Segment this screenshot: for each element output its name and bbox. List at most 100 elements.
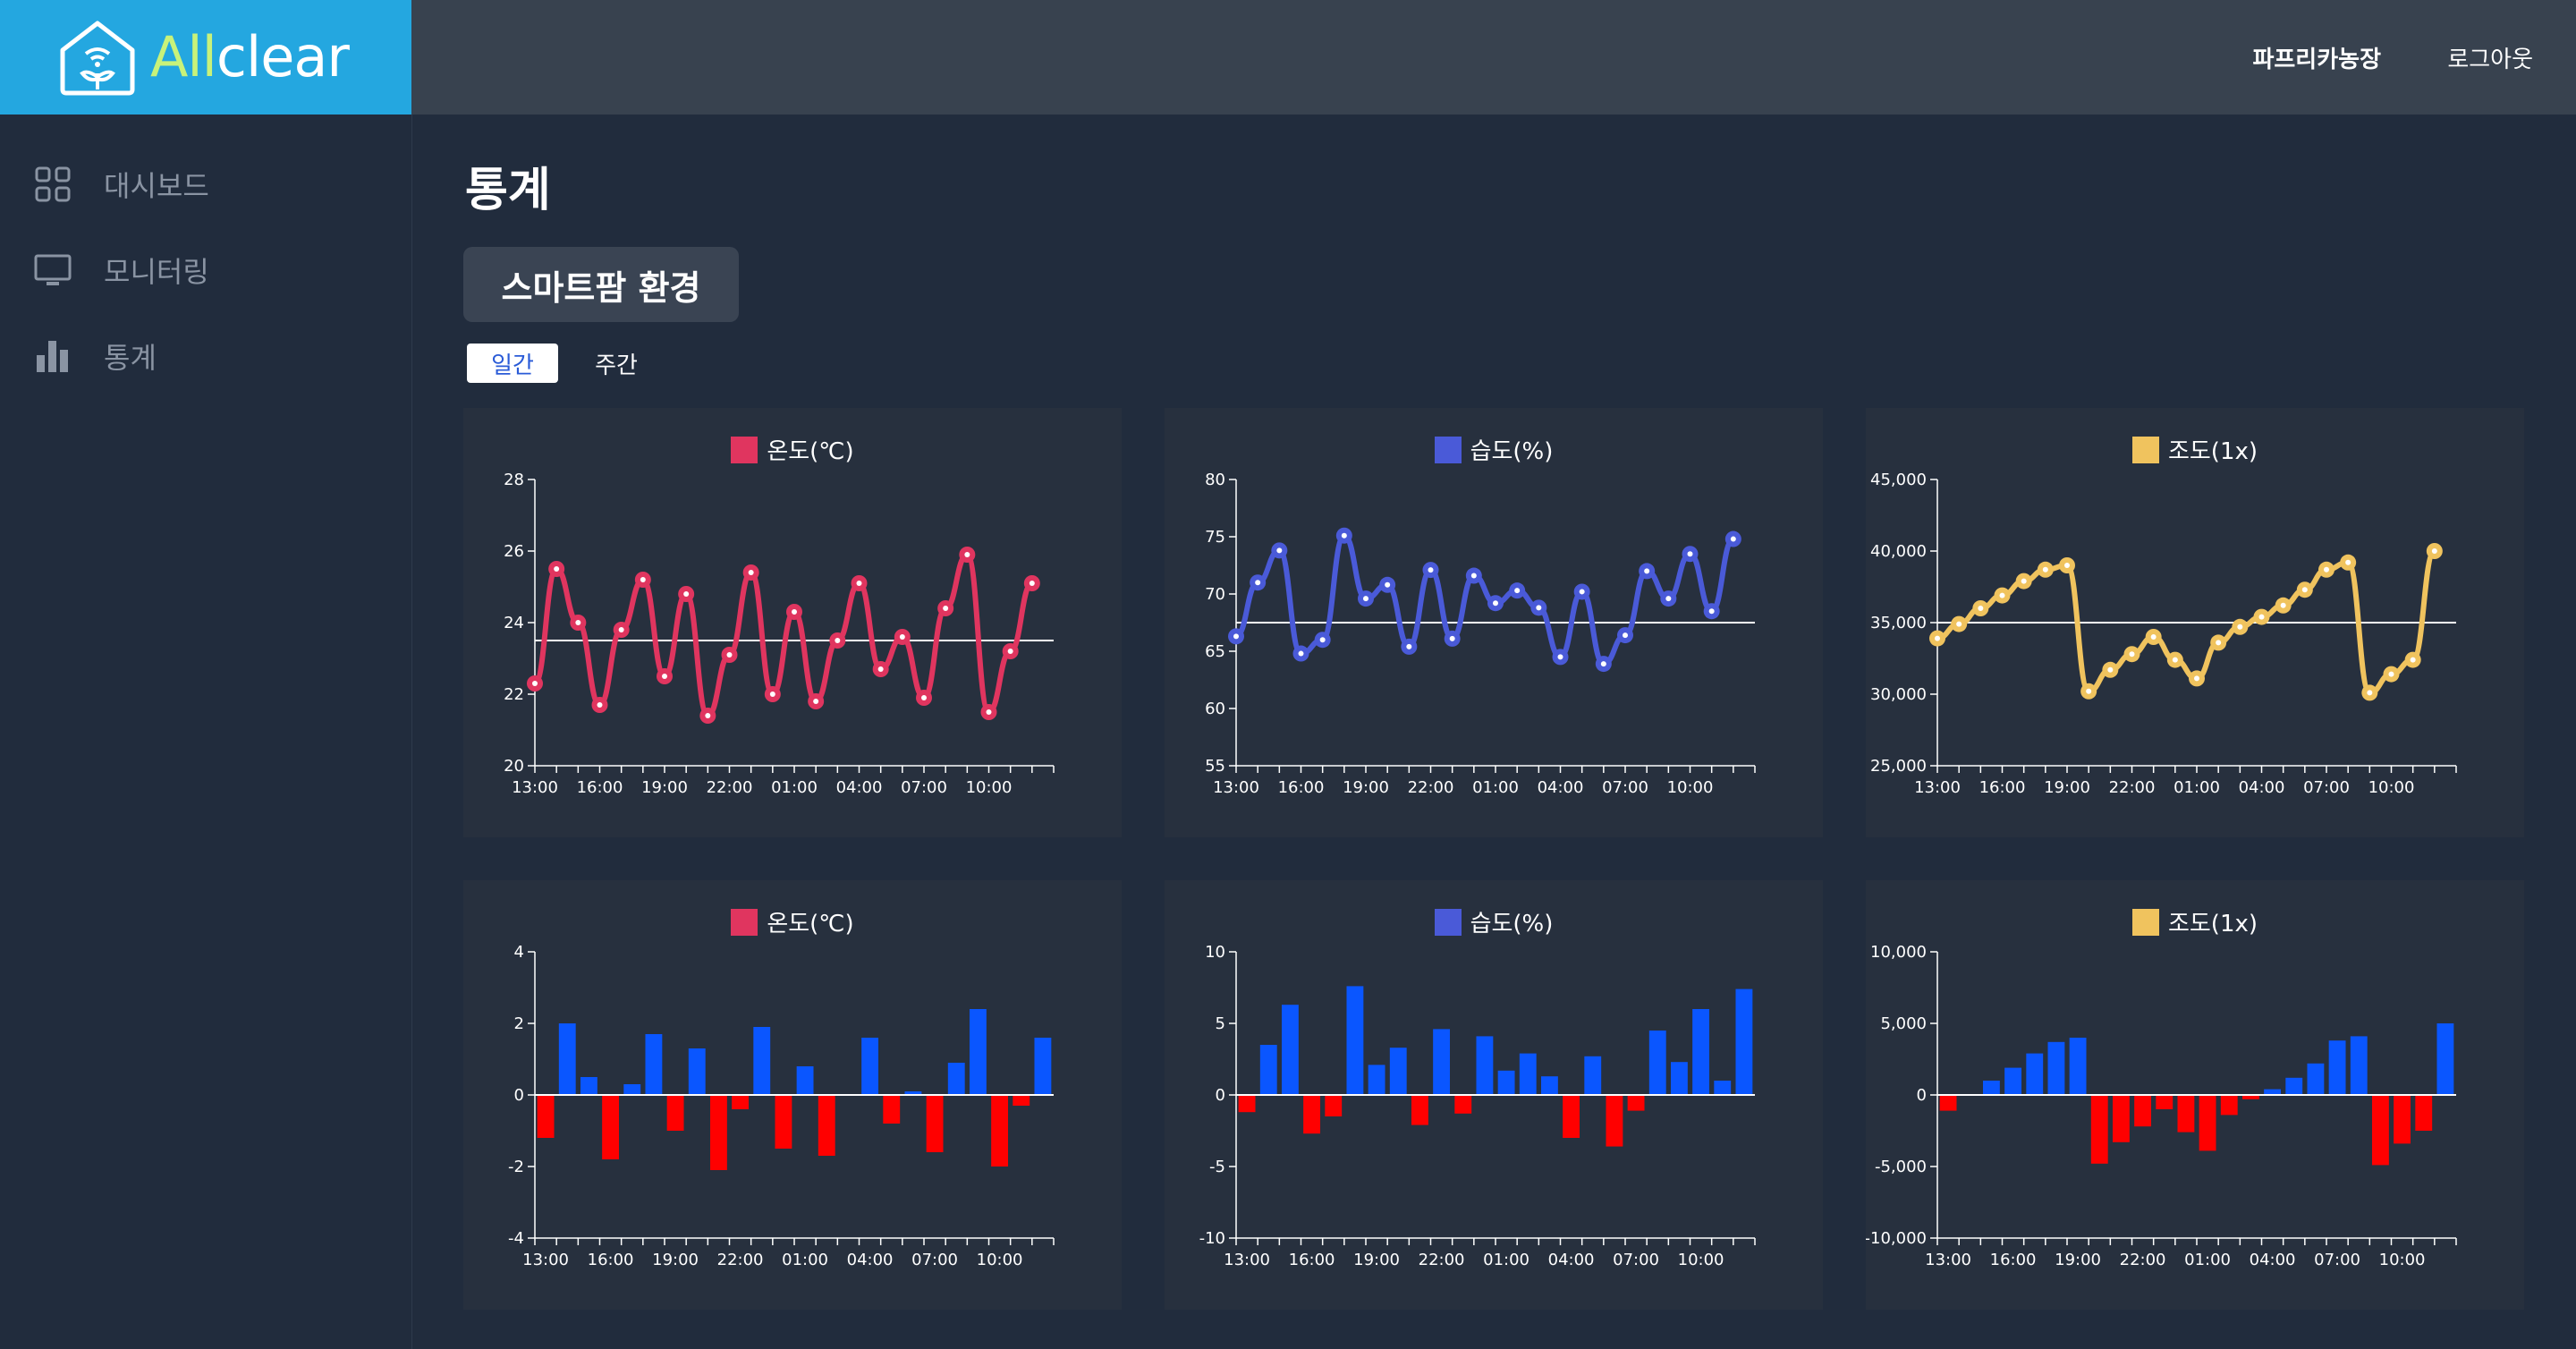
data-point-center	[1644, 568, 1650, 574]
bar	[645, 1034, 663, 1095]
x-tick-label: 04:00	[847, 1251, 894, 1269]
x-tick-label: 19:00	[2044, 778, 2090, 797]
farm-name[interactable]: 파프리카농장	[2252, 41, 2381, 74]
bar	[1497, 1070, 1515, 1095]
bar	[1325, 1095, 1343, 1116]
series-line	[532, 552, 1034, 718]
bar	[1433, 1029, 1451, 1095]
y-tick-label: 20	[504, 757, 524, 776]
data-point-center	[2258, 614, 2265, 620]
legend-swatch	[1434, 908, 1462, 936]
data-point-center	[1363, 596, 1368, 602]
bar	[2394, 1095, 2411, 1144]
y-tick-label: 0	[1917, 1086, 1927, 1105]
data-point-center	[2367, 690, 2373, 696]
chart-card-temperature-line: 20 22 24 26 28 13:00 16:00 19:00 22:00 01:00 04:00…	[463, 408, 1122, 837]
section-button[interactable]: 스마트팜 환경	[463, 247, 739, 322]
legend-label: 조도(1x)	[2167, 911, 2258, 938]
x-tick-label: 07:00	[911, 1251, 958, 1269]
data-point-center	[597, 702, 603, 708]
data-point-center	[1493, 600, 1498, 607]
y-tick-label: 25,000	[1870, 757, 1927, 776]
data-point-center	[2301, 587, 2308, 593]
data-point-center	[1341, 532, 1347, 539]
bar	[2112, 1095, 2130, 1142]
data-point-center	[1956, 621, 1962, 627]
x-tick-label: 07:00	[1602, 778, 1648, 797]
legend-swatch	[1434, 436, 1462, 463]
bar	[1735, 988, 1753, 1095]
tab-daily[interactable]: 일간	[467, 344, 558, 383]
bar	[926, 1095, 944, 1152]
y-tick-label: 45,000	[1870, 471, 1927, 489]
bar	[558, 1023, 576, 1095]
bar	[2307, 1063, 2325, 1095]
chart-legend[interactable]: 조도(1x)	[1866, 433, 2524, 466]
chart-svg: 25,000 30,000 35,000 40,000 45,000 13:00 16:00…	[1870, 471, 2457, 797]
sidebar-item-dashboard[interactable]: 대시보드	[34, 157, 209, 211]
tab-weekly[interactable]: 주간	[571, 344, 662, 383]
legend-label: 습도(%)	[1470, 911, 1554, 938]
x-tick-label: 07:00	[1613, 1251, 1659, 1269]
chart-legend[interactable]: 습도(%)	[1165, 905, 1823, 938]
chart-legend[interactable]: 온도(℃)	[463, 905, 1122, 938]
data-point-center	[899, 634, 905, 640]
y-tick-label: 40,000	[1870, 542, 1927, 561]
x-tick-label: 10:00	[966, 778, 1013, 797]
data-point-center	[748, 570, 754, 575]
bar	[2047, 1041, 2065, 1095]
x-tick-label: 13:00	[1224, 1251, 1270, 1269]
y-tick-label: -10,000	[1866, 1229, 1927, 1248]
chart-card-humidity-line: 55 60 65 70 75 80 13:00 16:00 19:00 22:00 01:00 04:…	[1165, 408, 1823, 837]
data-point-center	[726, 652, 733, 658]
bar	[1034, 1038, 1052, 1095]
x-tick-label: 22:00	[707, 778, 753, 797]
y-tick-label: 5	[1216, 1014, 1225, 1033]
data-point-center	[2324, 566, 2329, 573]
data-point-center	[2107, 666, 2114, 673]
logout-button[interactable]: 로그아웃	[2447, 41, 2533, 74]
y-tick-label: 55	[1205, 757, 1225, 776]
bar	[537, 1095, 555, 1138]
sidebar-item-monitoring[interactable]: 모니터링	[34, 243, 209, 297]
chart-card-humidity-bar: -10 -5 0 5 10 13:00 16:00 19:00 22:00 01:00 04:00 0…	[1165, 880, 1823, 1310]
x-tick-label: 16:00	[588, 1251, 634, 1269]
y-tick-label: 70	[1205, 585, 1225, 604]
y-tick-label: 26	[504, 542, 524, 561]
chart-legend[interactable]: 조도(1x)	[1866, 905, 2524, 938]
data-point-center	[1007, 649, 1013, 654]
bar	[602, 1095, 620, 1159]
x-tick-label: 16:00	[1979, 778, 2026, 797]
x-tick-label: 01:00	[1472, 778, 1519, 797]
bar	[2199, 1095, 2216, 1151]
chart-svg: -10,000 -5,000 0 5,000 10,000 13:00 16:00 19:00…	[1866, 943, 2457, 1269]
x-tick-label: 19:00	[652, 1251, 699, 1269]
sidebar-item-statistics[interactable]: 통계	[34, 329, 157, 383]
y-tick-label: 10,000	[1870, 943, 1927, 962]
x-tick-label: 04:00	[2239, 778, 2285, 797]
data-point-center	[2431, 548, 2437, 554]
x-tick-label: 07:00	[901, 778, 947, 797]
y-tick-label: -10	[1199, 1229, 1225, 1248]
brand-logo[interactable]: Allclear	[0, 0, 411, 115]
sidebar: 대시보드 모니터링 통계	[0, 115, 412, 1349]
bar	[818, 1095, 835, 1156]
x-tick-label: 19:00	[641, 778, 688, 797]
x-tick-label: 10:00	[1667, 778, 1714, 797]
bar	[1540, 1076, 1558, 1095]
x-tick-label: 10:00	[2379, 1251, 2426, 1269]
x-tick-label: 10:00	[1678, 1251, 1724, 1269]
chart-legend[interactable]: 온도(℃)	[463, 433, 1122, 466]
data-point-center	[1935, 635, 1940, 641]
bar	[1939, 1095, 1957, 1111]
x-tick-label: 04:00	[2250, 1251, 2296, 1269]
bar	[1584, 1056, 1602, 1095]
x-tick-label: 22:00	[1408, 778, 1454, 797]
bar	[883, 1095, 901, 1124]
chart-legend[interactable]: 습도(%)	[1165, 433, 1823, 466]
bar	[1648, 1031, 1666, 1095]
data-point-center	[2194, 675, 2199, 682]
bar	[1627, 1095, 1645, 1111]
x-tick-label: 01:00	[2184, 1251, 2231, 1269]
x-tick-label: 22:00	[1419, 1251, 1465, 1269]
